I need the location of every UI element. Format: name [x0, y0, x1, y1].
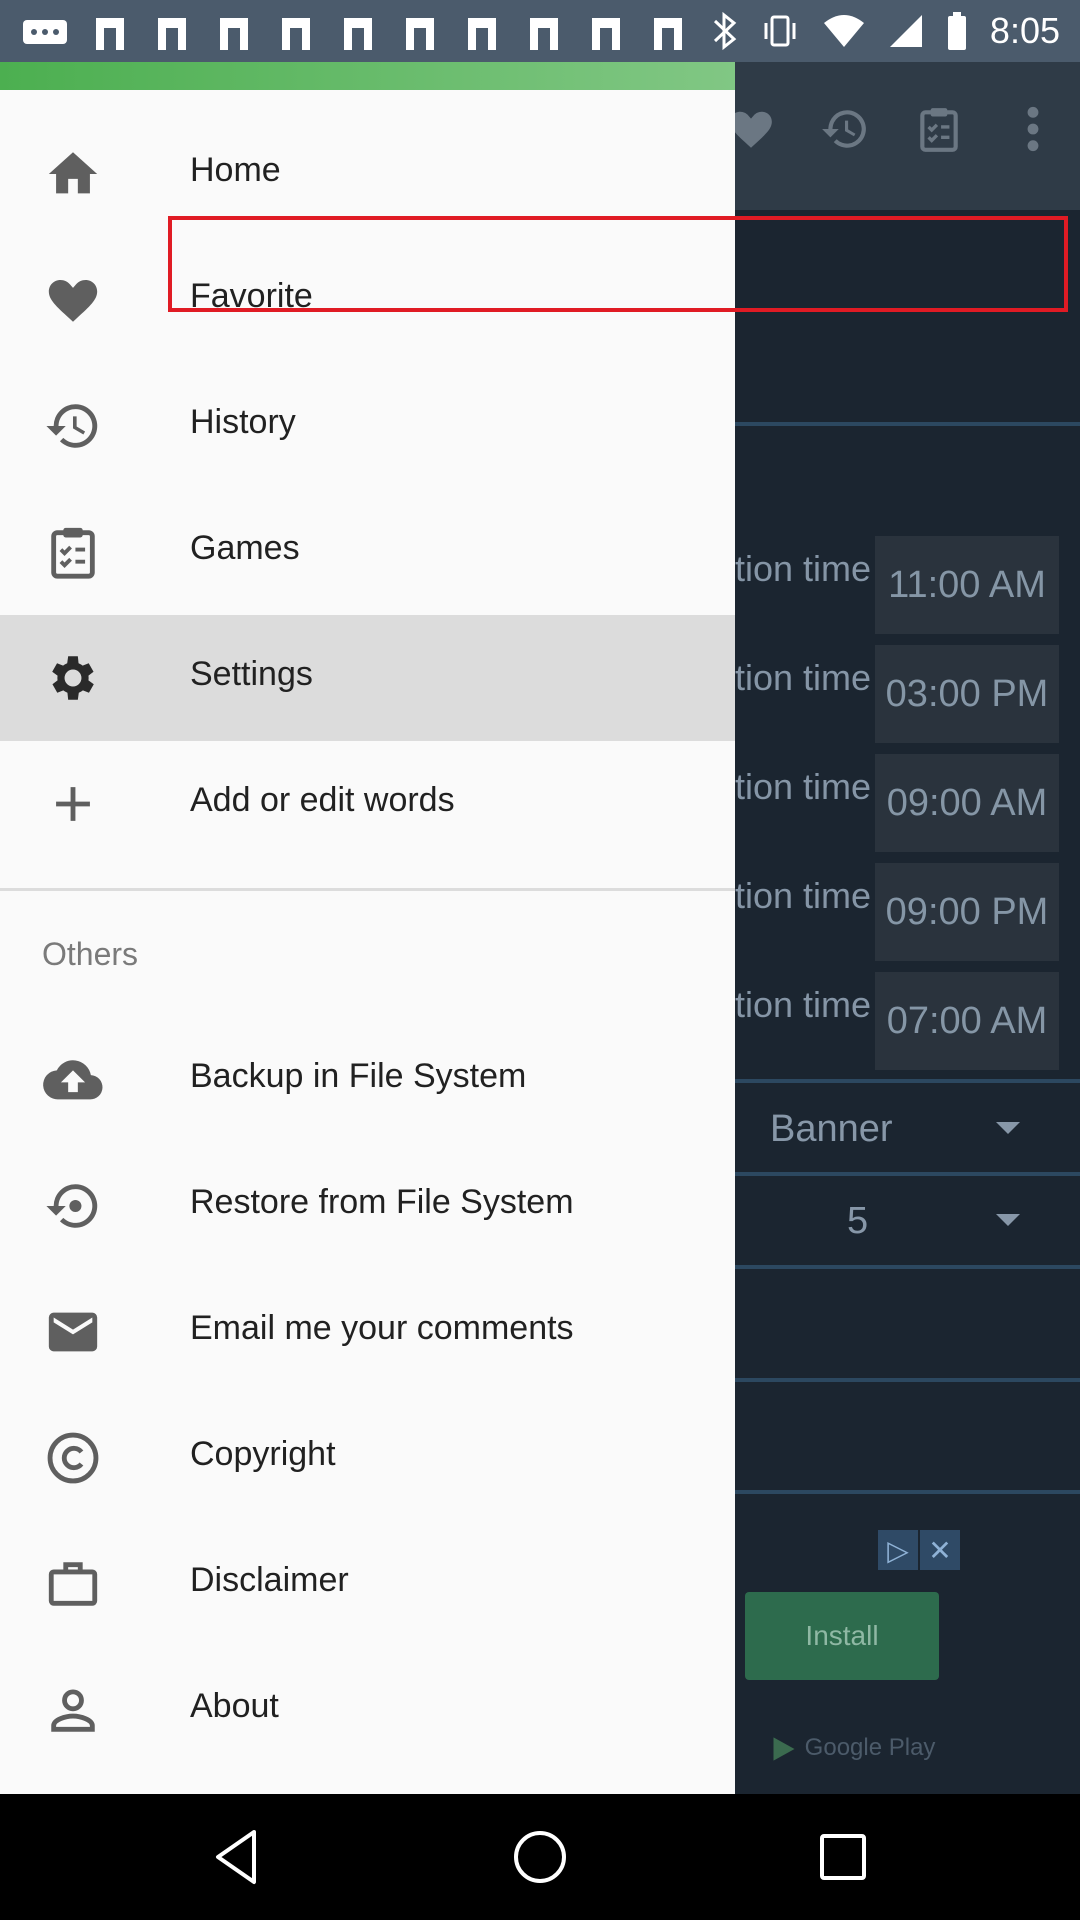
- clipboard-icon: [42, 523, 104, 581]
- drawer-item-games[interactable]: Games: [0, 489, 735, 615]
- banner-dropdown[interactable]: Banner: [735, 1088, 1080, 1168]
- install-button[interactable]: Install: [745, 1592, 939, 1680]
- more-vert-icon[interactable]: [986, 104, 1080, 154]
- drawer-item-settings[interactable]: Settings: [0, 615, 735, 741]
- drawer-item-label: Copyright: [190, 1435, 336, 1473]
- drawer-item-label: Email me your comments: [190, 1309, 574, 1347]
- dropdown-value: 5: [847, 1200, 869, 1242]
- drawer-item-backup[interactable]: Backup in File System: [0, 1017, 735, 1143]
- highlight-box: [168, 216, 1068, 312]
- time-row-label: tion time: [735, 657, 872, 698]
- dropdown-value: Banner: [770, 1108, 893, 1150]
- back-icon[interactable]: [204, 1824, 270, 1890]
- time-value[interactable]: 09:00 PM: [875, 863, 1059, 961]
- drawer-item-label: Games: [190, 529, 300, 567]
- ad-play-icon: ▷: [878, 1530, 918, 1570]
- history-icon: [42, 397, 104, 455]
- mail-icon: [406, 18, 434, 50]
- mail-icon: [96, 18, 124, 50]
- divider: [735, 1172, 1080, 1176]
- status-bar: 8:05: [0, 0, 1080, 62]
- heart-icon: [42, 271, 104, 329]
- recents-icon[interactable]: [810, 1824, 876, 1890]
- restore-icon: [42, 1177, 104, 1235]
- copyright-icon: [42, 1429, 104, 1487]
- drawer-item-label: Settings: [190, 655, 313, 693]
- time-row[interactable]: tion time 09:00 AM: [735, 754, 1080, 852]
- caret-down-icon: [996, 1214, 1020, 1226]
- caret-down-icon: [996, 1122, 1020, 1134]
- drawer-item-label: Backup in File System: [190, 1057, 527, 1095]
- navigation-drawer: Home Favorite History Games Settings Add…: [0, 62, 735, 1794]
- ad-close-icon[interactable]: ✕: [920, 1530, 960, 1570]
- battery-icon: [947, 12, 966, 50]
- time-value[interactable]: 07:00 AM: [875, 972, 1059, 1070]
- google-play-icon: [773, 1736, 795, 1761]
- drawer-item-label: History: [190, 403, 296, 441]
- drawer-divider: [0, 888, 735, 891]
- history-icon[interactable]: [798, 104, 892, 154]
- mail-icon: [654, 18, 682, 50]
- clock: 8:05: [989, 10, 1060, 51]
- vibrate-icon: [764, 15, 796, 47]
- bluetooth-icon: [713, 11, 737, 51]
- time-row[interactable]: tion time 03:00 PM: [735, 645, 1080, 743]
- briefcase-icon: [42, 1555, 104, 1613]
- ad-choices-badge[interactable]: ▷ ✕: [878, 1530, 962, 1570]
- mail-icon: [344, 18, 372, 50]
- person-icon: [42, 1681, 104, 1739]
- time-row-label: tion time: [735, 984, 872, 1025]
- mail-icon: [468, 18, 496, 50]
- drawer-item-label: Home: [190, 151, 281, 189]
- divider: [735, 1490, 1080, 1494]
- time-row-label: tion time: [735, 766, 872, 807]
- drawer-item-restore[interactable]: Restore from File System: [0, 1143, 735, 1269]
- time-value[interactable]: 11:00 AM: [875, 536, 1059, 634]
- gear-icon: [42, 649, 104, 707]
- email-icon: [42, 1303, 104, 1361]
- wifi-icon: [823, 15, 864, 47]
- drawer-item-label: Disclaimer: [190, 1561, 349, 1599]
- divider: [735, 1378, 1080, 1382]
- divider: [735, 422, 1080, 426]
- time-value[interactable]: 03:00 PM: [875, 645, 1059, 743]
- mail-icon: [158, 18, 186, 50]
- drawer-item-label: About: [190, 1687, 279, 1725]
- time-row[interactable]: tion time 11:00 AM: [735, 536, 1080, 634]
- mail-icon: [220, 18, 248, 50]
- mail-icon: [282, 18, 310, 50]
- home-icon: [42, 145, 104, 203]
- drawer-item-email[interactable]: Email me your comments: [0, 1269, 735, 1395]
- system-nav-bar: [0, 1794, 1080, 1920]
- drawer-item-label: Restore from File System: [190, 1183, 574, 1221]
- plus-icon: [42, 775, 104, 833]
- count-dropdown[interactable]: 5: [735, 1180, 1080, 1260]
- drawer-item-copyright[interactable]: Copyright: [0, 1395, 735, 1521]
- time-row-label: tion time: [735, 548, 872, 589]
- signal-icon: [889, 15, 922, 47]
- messages-icon: [23, 20, 67, 44]
- time-row[interactable]: tion time 07:00 AM: [735, 972, 1080, 1070]
- time-row-label: tion time: [735, 875, 872, 916]
- divider: [735, 1079, 1080, 1083]
- store-label: Google Play: [804, 1734, 936, 1761]
- home-button-icon[interactable]: [507, 1824, 573, 1890]
- drawer-item-disclaimer[interactable]: Disclaimer: [0, 1521, 735, 1647]
- google-play-label: Google Play: [770, 1734, 935, 1763]
- clipboard-icon[interactable]: [892, 104, 986, 154]
- drawer-item-add-words[interactable]: Add or edit words: [0, 741, 735, 867]
- cloud-upload-icon: [42, 1051, 104, 1109]
- time-value[interactable]: 09:00 AM: [875, 754, 1059, 852]
- mail-icon: [530, 18, 558, 50]
- drawer-item-about[interactable]: About: [0, 1647, 735, 1773]
- others-heading: Others: [42, 936, 139, 972]
- divider: [735, 1265, 1080, 1269]
- drawer-item-label: Add or edit words: [190, 781, 455, 819]
- mail-icon: [592, 18, 620, 50]
- drawer-item-history[interactable]: History: [0, 363, 735, 489]
- drawer-header-accent: [0, 62, 735, 90]
- time-row[interactable]: tion time 09:00 PM: [735, 863, 1080, 961]
